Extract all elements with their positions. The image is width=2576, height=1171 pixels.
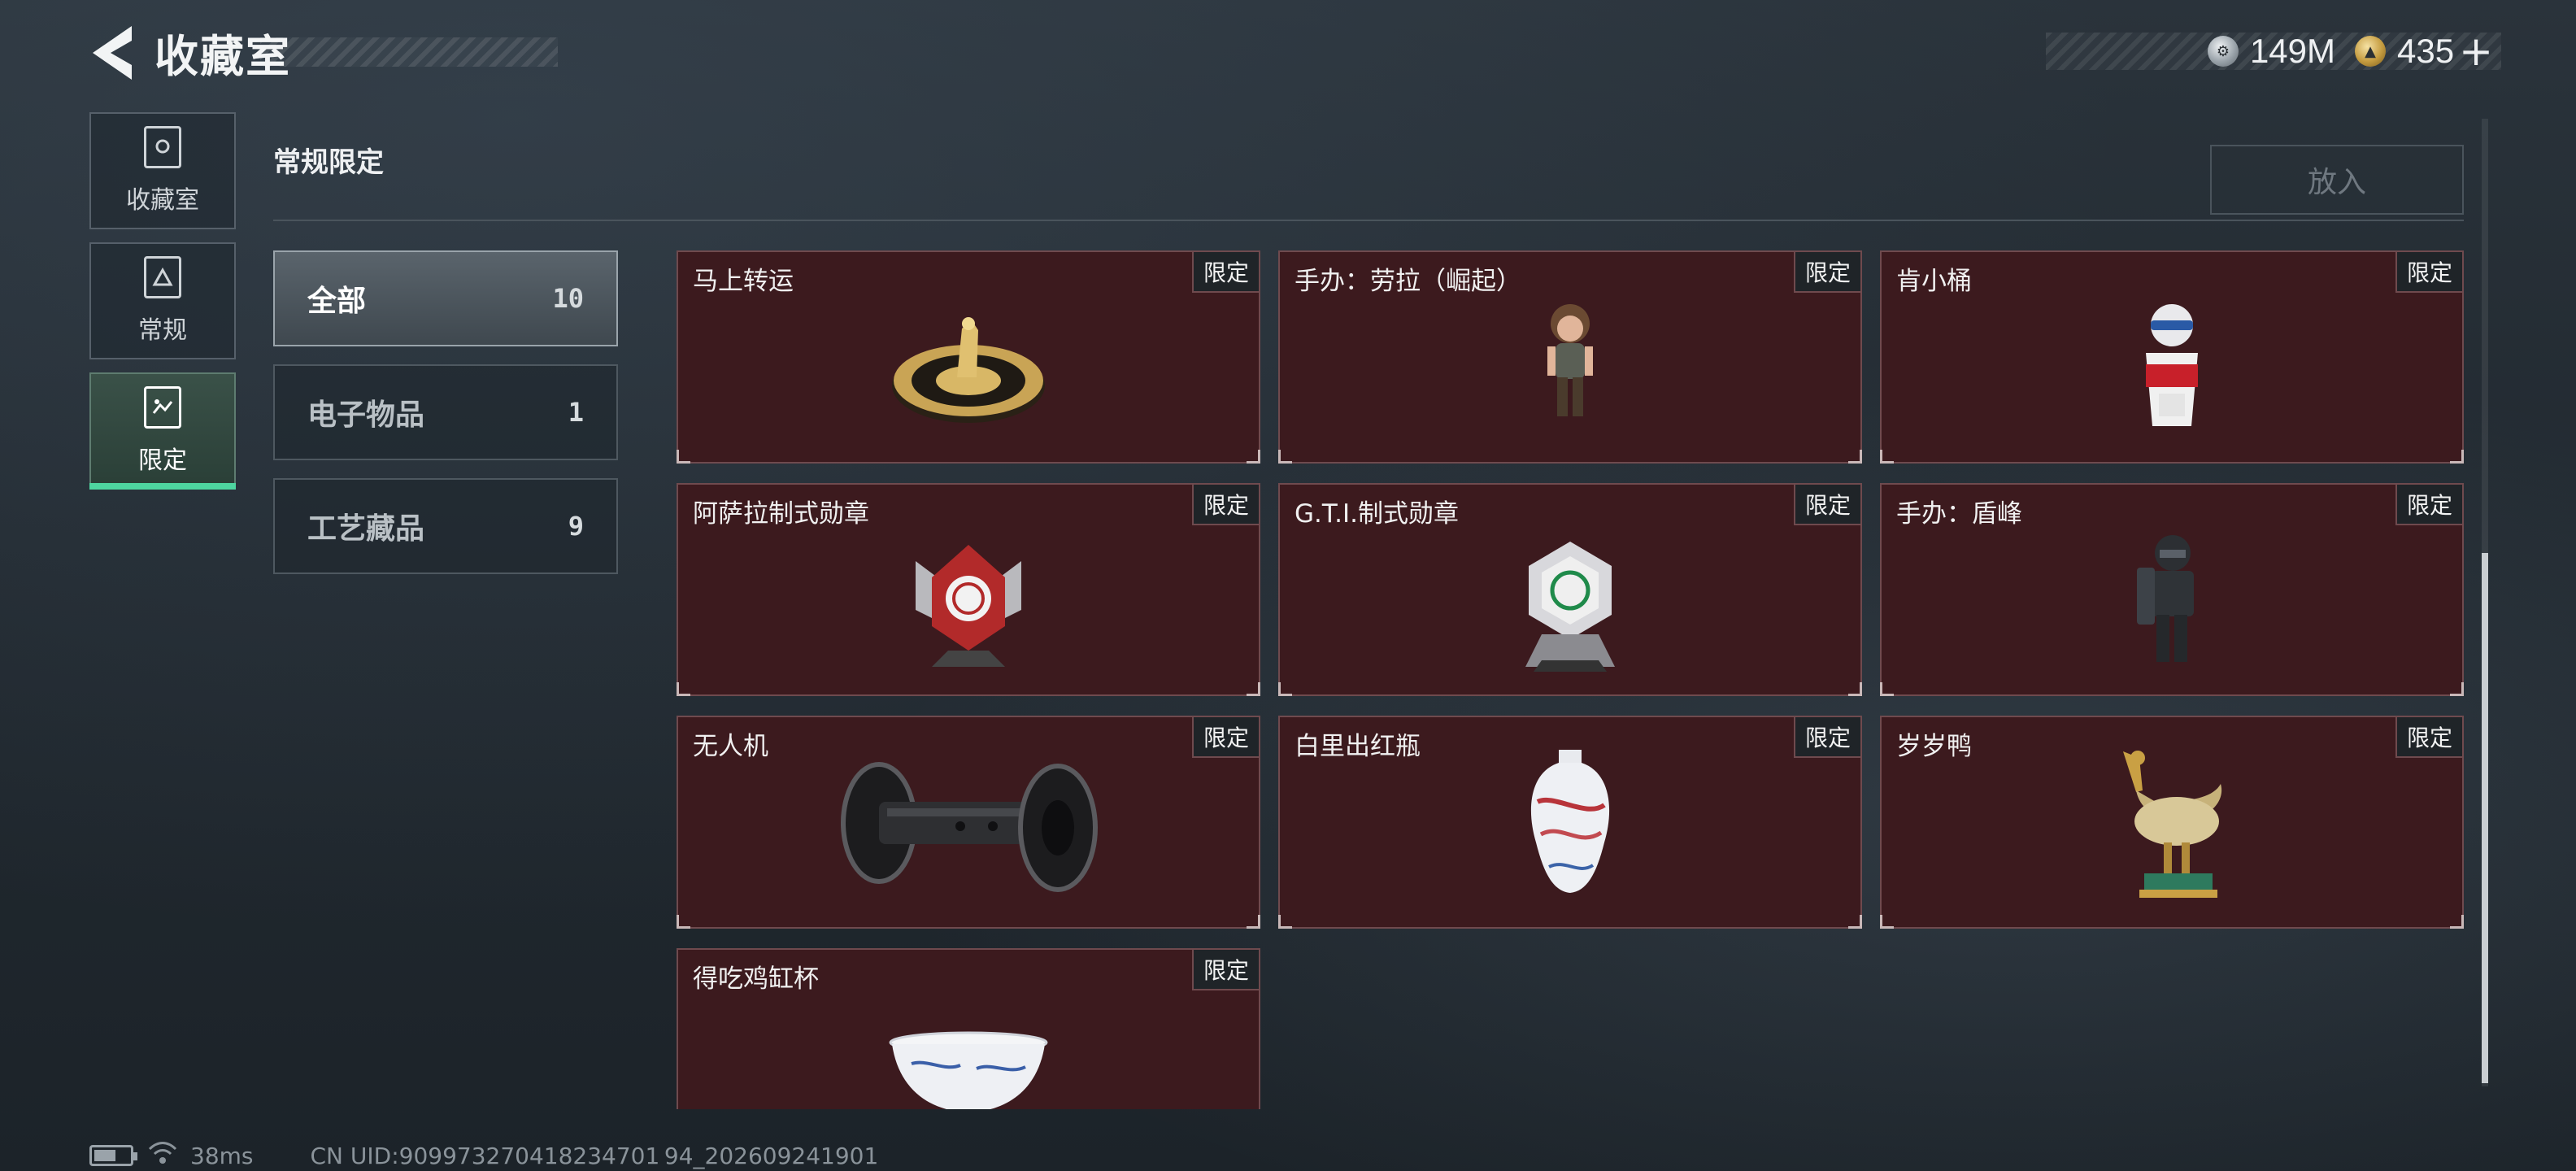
item-card[interactable]: 肯小桶 限定 [1880,250,2464,464]
filter-label: 工艺藏品 [307,512,425,546]
limited-badge: 限定 [1191,252,1259,293]
shield-figure-icon [2127,529,2217,678]
sidebar-item-label: 收藏室 [126,186,199,215]
filter-electronics[interactable]: 电子物品 1 [273,364,618,460]
limited-badge: 限定 [2395,485,2462,525]
item-card[interactable]: 白里出红瓶 限定 [1278,716,1862,929]
page-title: 收藏室 [154,30,291,82]
limited-badge: 限定 [1793,717,1860,758]
place-in-button[interactable]: 放入 [2210,145,2464,215]
item-card[interactable]: 阿萨拉制式勋章 限定 [677,483,1260,696]
item-name: G.T.I.制式勋章 [1295,499,1459,529]
horse-medallion-icon [887,296,1050,437]
filter-count: 10 [552,283,584,314]
item-card[interactable]: 得吃鸡缸杯 限定 [677,948,1260,1109]
sidebar: 收藏室 常规 限定 [89,112,237,503]
status-footer: 38ms CN UID:909973270418234701 94_202609… [89,1141,879,1171]
scrollbar-thumb[interactable] [2482,553,2488,1083]
sidebar-item-label: 常规 [138,316,187,345]
gold-coin-icon: ▲ [2355,36,2387,67]
drone-roller-icon [830,750,1107,908]
item-card[interactable]: 手办：劳拉（崛起） 限定 [1278,250,1862,464]
filter-crafts[interactable]: 工艺藏品 9 [273,478,618,574]
item-name: 得吃鸡缸杯 [693,964,819,994]
wifi-icon [148,1141,177,1171]
item-name: 马上转运 [693,267,794,296]
section-divider [273,220,2464,221]
gti-medal-icon [1501,529,1639,686]
filter-label: 电子物品 [307,398,425,432]
limited-badge: 限定 [1191,950,1259,990]
collection-room-icon [144,126,181,168]
filter-count: 1 [568,397,584,428]
currency-bar: ⚙ 149M ▲ 435 + [2046,31,2501,72]
silver-amount: 149M [2249,32,2336,70]
add-currency-button[interactable]: + [2459,31,2493,72]
filter-count: 9 [568,511,584,542]
item-name: 肯小桶 [1896,267,1972,296]
item-name: 无人机 [693,732,768,761]
limited-badge: 限定 [2395,252,2462,293]
currency-silver: ⚙ 149M [2207,32,2336,71]
filter-list: 全部 10 电子物品 1 工艺藏品 9 [273,250,618,592]
sidebar-item-limited[interactable]: 限定 [89,372,236,490]
limited-icon [144,386,181,429]
back-button[interactable] [86,23,138,83]
page-title-wrap: 收藏室 [154,29,558,82]
silver-coin-icon: ⚙ [2207,36,2239,67]
item-card[interactable]: 无人机 限定 [677,716,1260,929]
back-arrow-icon [93,26,132,80]
ping-text: 38ms [190,1142,254,1169]
filter-all[interactable]: 全部 10 [273,250,618,346]
item-card[interactable]: 岁岁鸭 限定 [1880,716,2464,929]
limited-badge: 限定 [1793,485,1860,525]
limited-badge: 限定 [1793,252,1860,293]
porcelain-vase-icon [1513,745,1627,903]
uid-text: CN UID:909973270418234701 94_20260924190… [310,1142,879,1169]
item-name: 手办：盾峰 [1896,499,2022,529]
bronze-duck-icon [2107,742,2237,908]
limited-badge: 限定 [2395,717,2462,758]
sidebar-item-regular[interactable]: 常规 [89,242,236,359]
item-name: 岁岁鸭 [1896,732,1972,761]
kfc-bucket-figure-icon [2123,296,2221,446]
item-card[interactable]: 马上转运 限定 [677,250,1260,464]
sidebar-item-label: 限定 [138,446,187,475]
chicken-cup-icon [887,1031,1050,1109]
lara-figure-icon [1530,296,1611,437]
limited-badge: 限定 [1191,485,1259,525]
filter-label: 全部 [307,285,367,318]
item-name: 阿萨拉制式勋章 [693,499,869,529]
asala-medal-icon [899,529,1038,686]
top-bar: 收藏室 ⚙ 149M ▲ 435 + [0,0,2576,106]
item-name: 白里出红瓶 [1295,732,1421,761]
regular-icon [144,256,181,298]
battery-icon [89,1145,137,1166]
limited-badge: 限定 [1191,717,1259,758]
gold-amount: 435 [2397,32,2455,70]
item-card[interactable]: G.T.I.制式勋章 限定 [1278,483,1862,696]
section-title: 常规限定 [273,146,384,179]
item-card[interactable]: 手办：盾峰 限定 [1880,483,2464,696]
item-grid: 马上转运 限定 手办：劳拉（崛起） 限定 肯小桶 限定 阿萨拉制式勋章 限定 G… [677,250,2465,1109]
item-name: 手办：劳拉（崛起） [1295,267,1521,296]
sidebar-item-collection-room[interactable]: 收藏室 [89,112,236,229]
currency-gold: ▲ 435 + [2355,31,2493,72]
